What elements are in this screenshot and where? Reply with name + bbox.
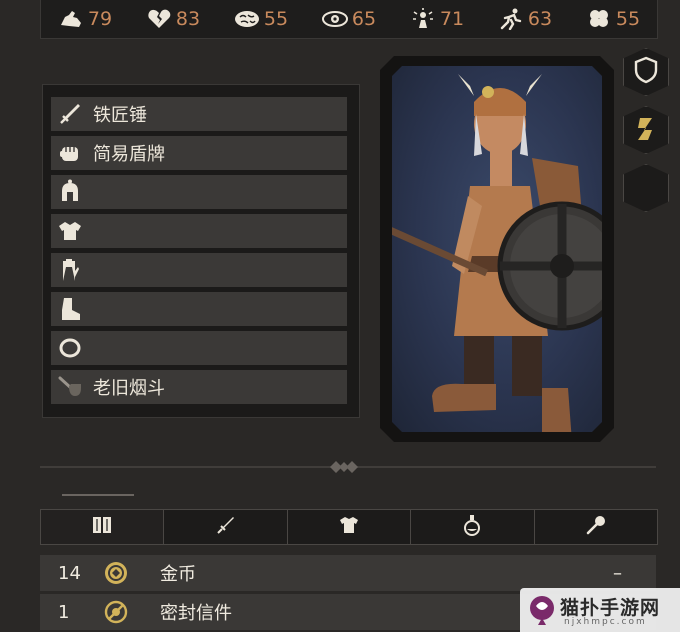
equipment-slot-offhand[interactable]: 简易盾牌 — [51, 136, 347, 170]
wand-icon — [585, 514, 607, 540]
slot-label: 铁匠锤 — [93, 105, 147, 126]
stat-heart: 83 — [146, 8, 200, 30]
sealed-letter-icon — [98, 599, 134, 625]
stat-luck: 55 — [586, 8, 640, 30]
stat-value: 71 — [439, 8, 465, 30]
watermark-domain: njxhmpc.com — [564, 617, 647, 627]
stat-bar: 79 83 55 65 71 63 55 — [40, 0, 658, 39]
armor-icon — [338, 515, 360, 539]
armor-icon — [51, 214, 89, 248]
equipment-slot-trinket[interactable]: 老旧烟斗 — [51, 370, 347, 404]
shield-icon — [633, 56, 659, 88]
runner-icon — [498, 8, 524, 30]
equipment-panel: 铁匠锤 简易盾牌 老旧烟斗 — [42, 84, 360, 418]
stat-strength: 79 — [58, 8, 112, 30]
watermark-text: 猫扑手游网 — [560, 597, 661, 619]
site-watermark: 猫扑手游网 njxhmpc.com — [520, 588, 680, 632]
stat-brain: 55 — [234, 8, 288, 30]
watermark-logo-icon — [530, 596, 554, 625]
equipment-slot-helmet[interactable] — [51, 175, 347, 209]
divider-ornament-icon — [326, 458, 362, 476]
stat-agility: 63 — [498, 8, 552, 30]
stat-value: 79 — [87, 8, 113, 30]
side-button-empty[interactable] — [623, 164, 669, 212]
strength-icon — [58, 8, 84, 30]
character-figure — [392, 74, 602, 432]
tab-indicator — [62, 494, 134, 496]
brain-icon — [234, 8, 260, 30]
equipment-slot-boots[interactable] — [51, 292, 347, 326]
equipment-slot-gloves[interactable] — [51, 253, 347, 287]
pipe-icon — [51, 370, 89, 404]
boot-icon — [51, 292, 89, 326]
spark-icon — [410, 8, 436, 30]
stat-value: 55 — [263, 8, 289, 30]
stat-value: 65 — [351, 8, 377, 30]
item-quantity: 14 — [58, 562, 81, 584]
slot-label: 简易盾牌 — [93, 144, 165, 165]
glove-icon — [51, 253, 89, 287]
gold-item-icon — [634, 114, 658, 146]
item-value: – — [613, 562, 622, 584]
inventory-row[interactable]: 14 金币 – — [40, 555, 656, 591]
equipment-slot-ring[interactable] — [51, 331, 347, 365]
tab-wands[interactable] — [535, 510, 657, 544]
tab-all[interactable] — [41, 510, 165, 544]
side-button-item[interactable] — [623, 106, 669, 154]
tab-armor[interactable] — [288, 510, 412, 544]
stat-eye: 65 — [321, 8, 377, 30]
weapon-icon — [216, 515, 236, 539]
stat-value: 63 — [527, 8, 553, 30]
equipment-slot-weapon[interactable]: 铁匠锤 — [51, 97, 347, 131]
coin-icon — [98, 560, 134, 586]
item-name: 密封信件 — [160, 603, 232, 624]
sword-icon — [51, 97, 89, 131]
item-quantity: 1 — [58, 601, 70, 623]
clover-icon — [586, 8, 612, 30]
item-name: 金币 — [160, 564, 196, 585]
fist-icon — [51, 136, 89, 170]
all-items-icon — [91, 515, 113, 539]
slot-label: 老旧烟斗 — [93, 378, 165, 399]
ring-icon — [51, 331, 89, 365]
side-button-shield[interactable] — [623, 48, 669, 96]
tab-potions[interactable] — [411, 510, 535, 544]
helmet-icon — [51, 175, 89, 209]
stat-spark: 71 — [410, 8, 464, 30]
character-portrait — [392, 66, 602, 432]
eye-icon — [321, 8, 348, 30]
stat-value: 83 — [175, 8, 201, 30]
stat-value: 55 — [615, 8, 641, 30]
tab-weapons[interactable] — [164, 510, 288, 544]
inventory-tabs — [40, 509, 658, 545]
potion-icon — [462, 514, 482, 540]
equipment-slot-armor[interactable] — [51, 214, 347, 248]
broken-heart-icon — [146, 8, 172, 30]
